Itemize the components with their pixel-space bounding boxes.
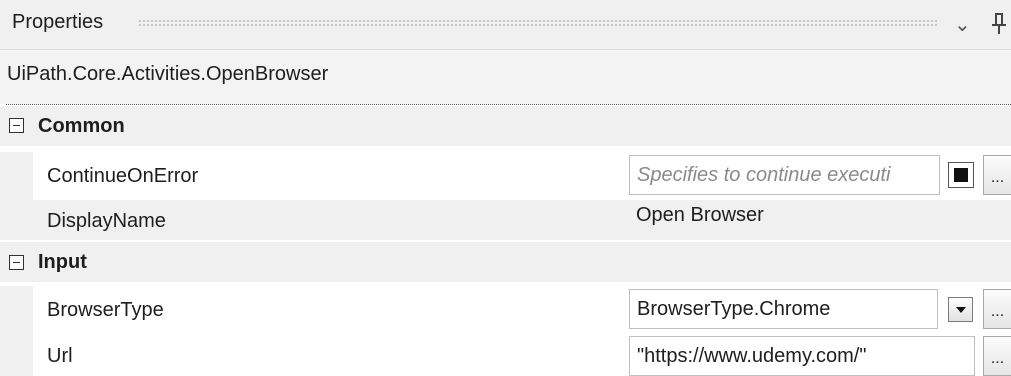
panel-title: Properties [12, 11, 104, 33]
properties-panel: Properties ⌄ UiPath.Core.Activities.Open… [0, 0, 1011, 376]
property-name: ContinueOnError [47, 165, 199, 187]
ellipsis-icon[interactable]: ... [983, 289, 1011, 329]
category-input[interactable]: Input [0, 242, 1011, 282]
row-gutter [0, 286, 33, 334]
property-name: Url [47, 345, 73, 367]
property-row-browsertype[interactable]: BrowserType BrowserType.Chrome ... [0, 286, 1011, 334]
property-name: BrowserType [47, 299, 164, 321]
property-row-displayname[interactable]: DisplayName Open Browser [0, 200, 1011, 240]
panel-titlebar: Properties ⌄ [0, 0, 1011, 50]
ellipsis-icon[interactable]: ... [983, 155, 1011, 195]
property-row-url[interactable]: Url "https://www.udemy.com/" ... [0, 334, 1011, 376]
browsertype-select[interactable]: BrowserType.Chrome [629, 289, 938, 329]
dropdown-arrow-icon[interactable] [948, 297, 973, 322]
selected-object-name: UiPath.Core.Activities.OpenBrowser [0, 50, 1011, 104]
chevron-down-icon[interactable]: ⌄ [954, 12, 971, 37]
pin-icon[interactable] [989, 10, 1011, 36]
titlebar-grip[interactable] [138, 19, 938, 27]
property-name: DisplayName [47, 210, 166, 232]
category-label: Common [38, 115, 125, 137]
collapse-minus-icon[interactable] [9, 255, 24, 270]
url-input[interactable]: "https://www.udemy.com/" [629, 336, 975, 376]
continueonerror-checkbox[interactable] [948, 162, 974, 188]
continueonerror-input[interactable]: Specifies to continue executi [629, 155, 940, 195]
collapse-minus-icon[interactable] [9, 118, 24, 133]
category-label: Input [38, 251, 87, 273]
ellipsis-icon[interactable]: ... [983, 336, 1011, 376]
row-gutter [0, 152, 33, 200]
property-row-continueonerror[interactable]: ContinueOnError Specifies to continue ex… [0, 152, 1011, 200]
object-type-label: UiPath.Core.Activities.OpenBrowser [7, 63, 329, 85]
divider [6, 104, 1011, 105]
row-gutter [0, 334, 33, 376]
category-common[interactable]: Common [0, 106, 1011, 146]
displayname-value[interactable]: Open Browser [636, 204, 764, 227]
